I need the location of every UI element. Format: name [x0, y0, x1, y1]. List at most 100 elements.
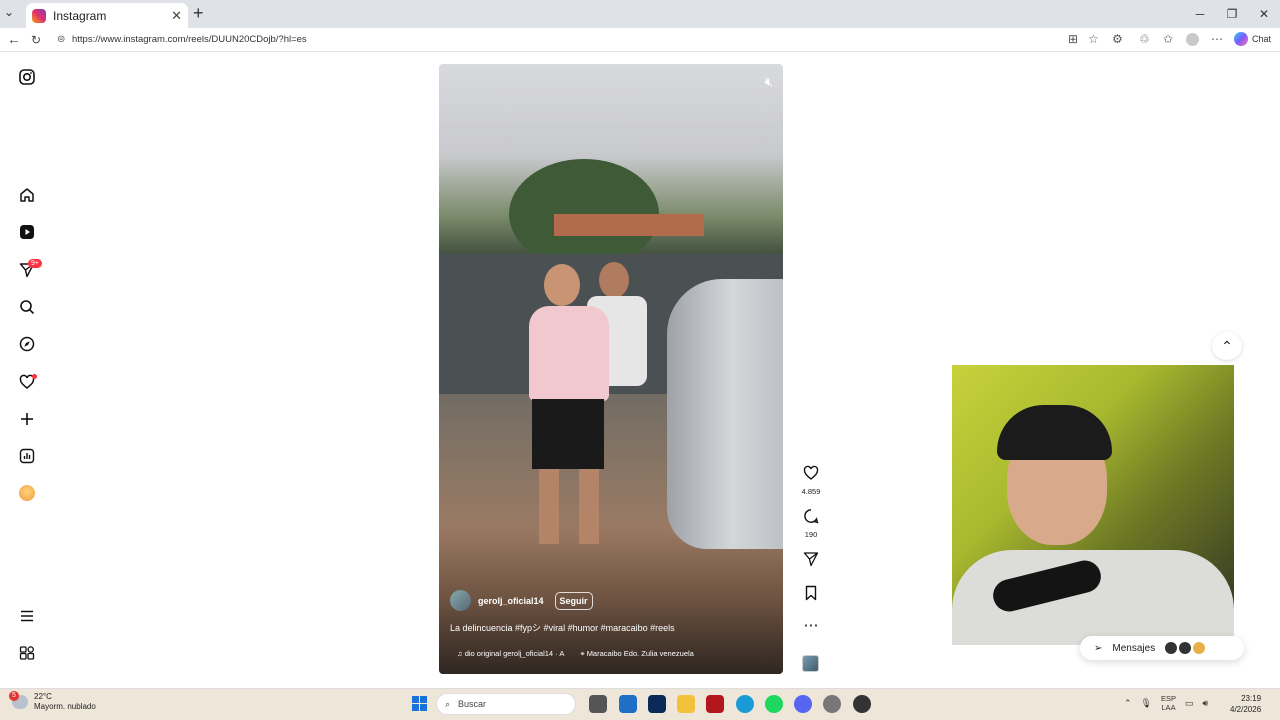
- restore-icon[interactable]: ❐: [1216, 0, 1248, 28]
- favorites-icon[interactable]: ✩: [1163, 32, 1173, 46]
- messages-pill[interactable]: ➢ Mensajes: [1080, 636, 1244, 660]
- video-scene-person-front: [494, 264, 609, 554]
- obs-icon[interactable]: [853, 695, 871, 713]
- window-controls: ─ ❐ ✕: [1184, 0, 1280, 28]
- messages-avatars: [1165, 642, 1206, 654]
- create-plus-icon[interactable]: [17, 409, 37, 429]
- chat-label: Chat: [1252, 34, 1272, 44]
- previous-reel-chevron-up-icon[interactable]: ⌃: [1212, 332, 1242, 360]
- new-tab-icon[interactable]: +: [193, 3, 204, 24]
- also-from-meta-icon[interactable]: [17, 643, 37, 663]
- profile-avatar[interactable]: [19, 485, 35, 501]
- network-icon[interactable]: ▭: [1185, 698, 1194, 709]
- author-avatar[interactable]: [450, 590, 471, 611]
- microphone-icon[interactable]: 🎙︎: [1141, 698, 1152, 709]
- reel-video[interactable]: 🔇︎ gerolj_oficial14 Seguir La delincuenc…: [439, 64, 783, 674]
- instagram-logo-icon[interactable]: [17, 67, 37, 87]
- notifications-badge: 9+: [28, 259, 42, 268]
- task-view-icon[interactable]: [589, 695, 607, 713]
- language-code: ESP: [1160, 694, 1176, 703]
- webcam-overlay: [952, 365, 1234, 645]
- clock-time: 23:19: [1241, 694, 1262, 703]
- url-field[interactable]: ⊜ https://www.instagram.com/reels/DUUN20…: [50, 31, 1110, 49]
- webcam-scene-cap: [997, 405, 1112, 460]
- file-explorer-icon[interactable]: [677, 695, 695, 713]
- tray-overflow-chevron-icon[interactable]: ⌃: [1124, 698, 1132, 709]
- heart-icon: [798, 465, 824, 485]
- messages-label: Mensajes: [1112, 642, 1156, 654]
- more-menu-hamburger-icon[interactable]: [17, 606, 37, 626]
- spotify-icon[interactable]: [765, 695, 783, 713]
- more-options-button[interactable]: ⋯: [798, 618, 824, 634]
- system-tray: ⌃ 🎙︎ ESP LAA ▭ 🔊︎: [1124, 694, 1208, 712]
- browser-tab[interactable]: Instagram ✕: [26, 3, 188, 28]
- comment-count: 190: [804, 530, 818, 539]
- notification-dot: [32, 374, 37, 379]
- store-icon[interactable]: [619, 695, 637, 713]
- favorite-star-icon[interactable]: ☆: [1088, 32, 1099, 46]
- muted-speaker-icon[interactable]: 🔇︎: [765, 74, 773, 90]
- close-tab-icon[interactable]: ✕: [171, 8, 182, 24]
- location-link[interactable]: ⌖ Maracaibo Edo. Zulia venezuela: [580, 649, 693, 659]
- minimize-icon[interactable]: ─: [1184, 0, 1216, 28]
- taskbar-clock[interactable]: 23:19 4/2/2026: [1230, 693, 1261, 715]
- volume-icon[interactable]: 🔊︎: [1203, 698, 1209, 709]
- tab-list-chevron-icon[interactable]: ⌄: [4, 5, 14, 19]
- video-scene-car: [667, 279, 783, 549]
- audio-thumbnail[interactable]: [802, 655, 819, 672]
- profile-icon[interactable]: [1186, 33, 1199, 46]
- more-menu-icon[interactable]: ⋯: [1211, 32, 1223, 46]
- back-icon[interactable]: ←: [7, 31, 21, 47]
- tab-strip: [0, 0, 1280, 28]
- weather-widget[interactable]: 5 22°C Mayorm. nublado: [9, 691, 96, 712]
- follow-button[interactable]: Seguir: [554, 591, 593, 610]
- app-available-icon[interactable]: ⊞: [1068, 32, 1078, 46]
- explore-compass-icon[interactable]: [17, 334, 37, 354]
- photoshop-icon[interactable]: [648, 695, 666, 713]
- edge-icon[interactable]: [736, 695, 754, 713]
- discord-icon[interactable]: [794, 695, 812, 713]
- audio-link[interactable]: ♫ dio original gerolj_oficial14 · A: [457, 649, 564, 659]
- share-button[interactable]: [798, 551, 824, 571]
- settings-gear-icon[interactable]: [823, 695, 841, 713]
- weather-alert-badge: 5: [9, 691, 19, 701]
- search-label: Buscar: [458, 699, 487, 709]
- like-count: 4.859: [801, 487, 821, 496]
- save-button[interactable]: [798, 585, 824, 605]
- close-window-icon[interactable]: ✕: [1248, 0, 1280, 28]
- extensions-icon[interactable]: ⚙: [1112, 32, 1123, 46]
- bookmark-icon: [798, 585, 824, 605]
- weather-temp: 22°C: [34, 692, 52, 701]
- cloud-icon: 5: [9, 691, 28, 709]
- acrobat-icon[interactable]: [706, 695, 724, 713]
- language-indicator[interactable]: ESP LAA: [1161, 694, 1176, 712]
- search-icon[interactable]: [17, 297, 37, 317]
- author-username[interactable]: gerolj_oficial14: [478, 596, 544, 606]
- taskbar: [0, 688, 1280, 720]
- comment-icon: [798, 508, 824, 528]
- instagram-favicon-icon: [32, 8, 46, 23]
- browser-essentials-icon[interactable]: ♲: [1139, 32, 1150, 46]
- video-scene-roof: [554, 214, 704, 236]
- search-icon: ⌕: [445, 698, 451, 709]
- ellipsis-icon: ⋯: [803, 617, 819, 634]
- reload-icon[interactable]: ↻: [31, 33, 41, 47]
- audio-text: dio original gerolj_oficial14 · A: [464, 649, 565, 658]
- tab-title: Instagram: [53, 8, 107, 23]
- copilot-chat-button[interactable]: Chat: [1234, 32, 1271, 46]
- url-text: https://www.instagram.com/reels/DUUN20CD…: [72, 34, 307, 45]
- site-info-icon[interactable]: ⊜: [57, 31, 65, 49]
- weather-desc: Mayorm. nublado: [34, 702, 96, 711]
- reels-icon[interactable]: [17, 222, 37, 242]
- location-text: Maracaibo Edo. Zulia venezuela: [586, 649, 694, 658]
- like-button[interactable]: 4.859: [798, 465, 824, 496]
- windows-start-icon[interactable]: [412, 696, 427, 711]
- taskbar-search[interactable]: ⌕ Buscar: [436, 693, 576, 715]
- share-icon: [798, 551, 824, 571]
- reel-caption: La delincuencia #fypシ #viral #humor #mar…: [450, 623, 675, 633]
- reel-meta-row: ♫ dio original gerolj_oficial14 · A ⌖ Ma…: [457, 649, 694, 659]
- home-icon[interactable]: [17, 185, 37, 205]
- comment-button[interactable]: 190: [798, 508, 824, 539]
- dashboard-icon[interactable]: [17, 446, 37, 466]
- messages-icon: ➢: [1094, 642, 1103, 654]
